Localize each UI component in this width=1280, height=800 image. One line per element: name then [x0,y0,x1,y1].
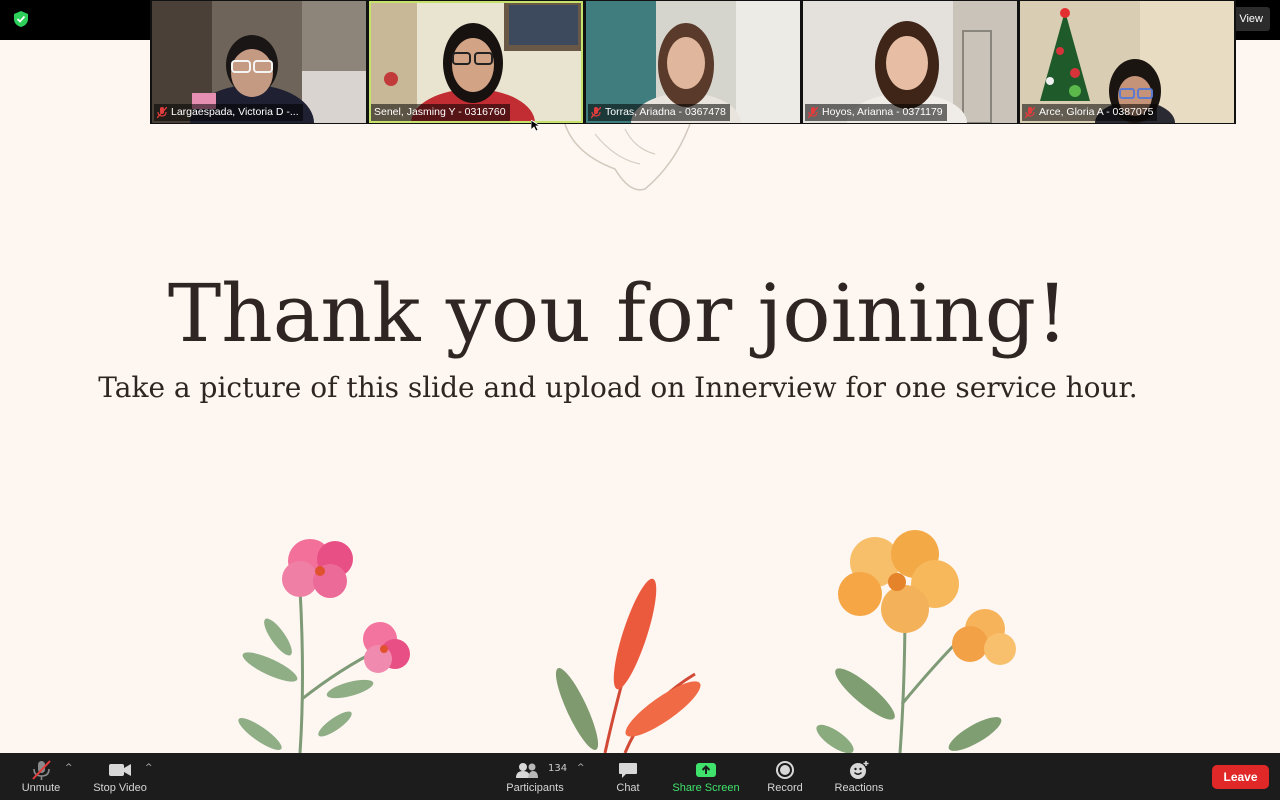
chat-button[interactable]: Chat [604,753,652,800]
slide-title: Thank you for joining! [167,267,1069,360]
view-button[interactable]: View [1232,7,1270,31]
record-icon [776,761,794,779]
participant-name-tag: Largaespada, Victoria D -... [154,104,303,121]
stop-video-label: Stop Video [93,782,147,794]
participants-label: Participants [506,782,564,794]
muted-mic-icon [1025,106,1035,118]
reactions-smiley-icon [850,761,869,779]
participants-button[interactable]: Participants [502,753,568,800]
orange-flower-illustration [816,530,1016,753]
sketch-flower-decoration [564,124,691,191]
reactions-button[interactable]: Reactions [828,753,890,800]
unmute-button[interactable]: Unmute [12,753,70,800]
participant-name: Hoyos, Arianna - 0371179 [822,106,943,118]
participants-count: 134 [548,763,568,774]
stop-video-button[interactable]: Stop Video [88,753,152,800]
video-tile-1[interactable]: Largaespada, Victoria D -... [152,1,366,123]
red-leaf-illustration [555,578,701,753]
participant-name-tag: Senel, Jasming Y - 0316760 [371,104,510,121]
shared-slide: Thank you for joining! Take a picture of… [0,124,1280,753]
chat-bubble-icon [619,763,637,778]
video-tile-4[interactable]: Hoyos, Arianna - 0371179 [803,1,1017,123]
participant-name: Largaespada, Victoria D -... [171,106,299,118]
video-camera-icon [109,764,131,776]
participant-name-tag: Hoyos, Arianna - 0371179 [805,104,947,121]
participant-name: Torras, Ariadna - 0367478 [605,106,726,118]
share-screen-label: Share Screen [672,782,740,794]
audio-options-caret-icon[interactable]: ^ [65,763,73,773]
unmute-label: Unmute [21,782,61,794]
muted-mic-icon [808,106,818,118]
chat-label: Chat [616,782,640,794]
participants-icon [516,763,538,778]
participant-name-tag: Arce, Gloria A - 0387075 [1022,104,1158,121]
pink-flower-illustration [238,539,410,753]
participant-name: Senel, Jasming Y - 0316760 [374,106,506,118]
share-screen-button[interactable]: Share Screen [668,753,744,800]
slide-subtitle: Take a picture of this slide and upload … [98,371,1138,404]
participants-options-caret-icon[interactable]: ^ [577,763,585,773]
muted-mic-icon [157,106,167,118]
share-screen-icon [696,763,716,777]
security-shield-icon[interactable] [13,10,29,28]
muted-mic-icon [591,106,601,118]
video-tile-3[interactable]: Torras, Ariadna - 0367478 [586,1,800,123]
record-button[interactable]: Record [760,753,810,800]
video-tile-5[interactable]: Arce, Gloria A - 0387075 [1020,1,1234,123]
muted-microphone-icon [32,760,51,780]
video-options-caret-icon[interactable]: ^ [145,763,153,773]
reactions-label: Reactions [834,782,884,794]
participant-video-strip: Largaespada, Victoria D -... Senel, Jasm… [150,0,1236,124]
meeting-toolbar: Unmute ^ Stop Video ^ Participants 134 ^… [0,753,1280,800]
record-label: Record [767,782,803,794]
video-tile-2[interactable]: Senel, Jasming Y - 0316760 [369,1,583,123]
participant-name-tag: Torras, Ariadna - 0367478 [588,104,730,121]
leave-button[interactable]: Leave [1212,765,1269,789]
participant-name: Arce, Gloria A - 0387075 [1039,106,1154,118]
